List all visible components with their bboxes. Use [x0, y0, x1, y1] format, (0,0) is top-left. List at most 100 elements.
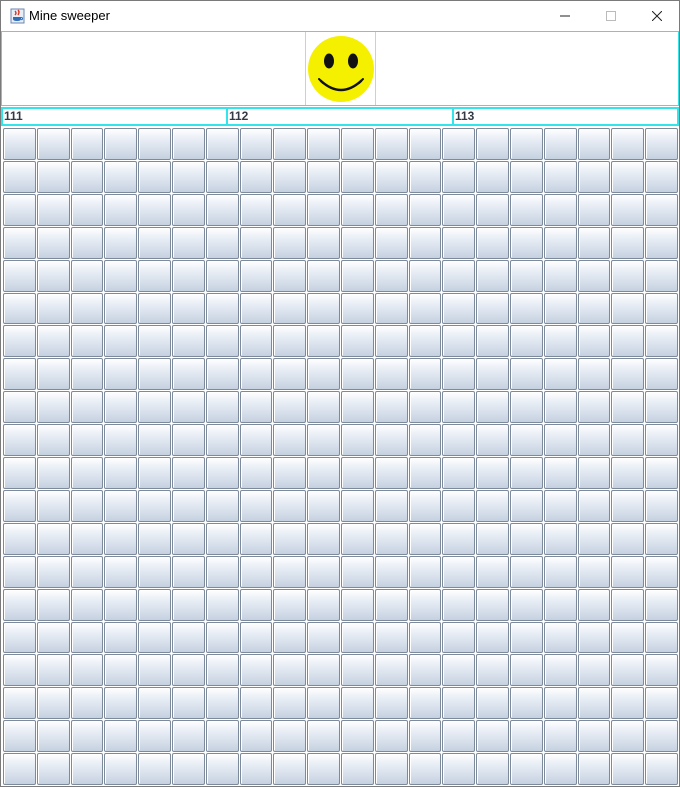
mine-cell[interactable]: [205, 128, 239, 160]
mine-cell[interactable]: [171, 753, 205, 785]
mine-cell[interactable]: [374, 391, 408, 424]
mine-cell[interactable]: [307, 555, 340, 588]
mine-cell[interactable]: [138, 358, 171, 391]
mine-cell[interactable]: [205, 522, 239, 555]
mine-cell[interactable]: [340, 654, 374, 687]
mine-cell[interactable]: [307, 358, 340, 391]
mine-cell[interactable]: [340, 720, 374, 753]
mine-cell[interactable]: [645, 325, 678, 358]
mine-cell[interactable]: [645, 720, 678, 753]
mine-cell[interactable]: [577, 457, 611, 489]
mine-cell[interactable]: [374, 457, 408, 489]
mine-cell[interactable]: [374, 555, 408, 588]
mine-cell[interactable]: [509, 292, 543, 325]
mine-cell[interactable]: [340, 292, 374, 325]
mine-cell[interactable]: [577, 555, 611, 588]
mine-cell[interactable]: [509, 226, 543, 259]
mine-cell[interactable]: [205, 325, 239, 358]
mine-cell[interactable]: [374, 687, 408, 720]
mine-cell[interactable]: [340, 621, 374, 654]
mine-cell[interactable]: [374, 522, 408, 555]
mine-cell[interactable]: [408, 292, 442, 325]
mine-cell[interactable]: [36, 555, 70, 588]
mine-cell[interactable]: [611, 259, 645, 292]
mine-cell[interactable]: [36, 325, 70, 358]
mine-cell[interactable]: [577, 588, 611, 621]
mine-cell[interactable]: [239, 424, 273, 456]
mine-cell[interactable]: [307, 753, 340, 785]
mine-cell[interactable]: [138, 555, 171, 588]
mine-cell[interactable]: [239, 522, 273, 555]
mine-cell[interactable]: [104, 325, 138, 358]
mine-cell[interactable]: [138, 753, 171, 785]
mine-cell[interactable]: [171, 160, 205, 193]
mine-cell[interactable]: [104, 489, 138, 522]
mine-cell[interactable]: [205, 160, 239, 193]
mine-cell[interactable]: [509, 160, 543, 193]
mine-cell[interactable]: [442, 654, 476, 687]
mine-cell[interactable]: [442, 555, 476, 588]
mine-cell[interactable]: [138, 720, 171, 753]
mine-cell[interactable]: [577, 687, 611, 720]
mine-cell[interactable]: [239, 358, 273, 391]
mine-cell[interactable]: [239, 687, 273, 720]
mine-cell[interactable]: [36, 621, 70, 654]
mine-cell[interactable]: [340, 522, 374, 555]
mine-cell[interactable]: [476, 687, 509, 720]
mine-cell[interactable]: [239, 753, 273, 785]
mine-cell[interactable]: [239, 259, 273, 292]
mine-cell[interactable]: [3, 588, 36, 621]
mine-cell[interactable]: [36, 489, 70, 522]
mine-cell[interactable]: [138, 489, 171, 522]
mine-cell[interactable]: [171, 654, 205, 687]
mine-cell[interactable]: [3, 259, 36, 292]
mine-cell[interactable]: [340, 753, 374, 785]
mine-cell[interactable]: [509, 259, 543, 292]
mine-cell[interactable]: [307, 588, 340, 621]
title-bar[interactable]: Mine sweeper: [1, 1, 679, 31]
mine-cell[interactable]: [307, 424, 340, 456]
mine-cell[interactable]: [408, 489, 442, 522]
mine-cell[interactable]: [104, 424, 138, 456]
mine-cell[interactable]: [36, 226, 70, 259]
mine-cell[interactable]: [239, 457, 273, 489]
mine-cell[interactable]: [138, 654, 171, 687]
mine-cell[interactable]: [374, 226, 408, 259]
mine-cell[interactable]: [509, 325, 543, 358]
mine-cell[interactable]: [36, 457, 70, 489]
mine-cell[interactable]: [611, 292, 645, 325]
mine-cell[interactable]: [340, 325, 374, 358]
mine-cell[interactable]: [239, 292, 273, 325]
mine-cell[interactable]: [307, 687, 340, 720]
mine-cell[interactable]: [104, 720, 138, 753]
mine-cell[interactable]: [273, 391, 307, 424]
mine-cell[interactable]: [138, 325, 171, 358]
minimize-button[interactable]: [542, 1, 588, 31]
mine-cell[interactable]: [70, 128, 104, 160]
mine-cell[interactable]: [138, 226, 171, 259]
mine-cell[interactable]: [3, 489, 36, 522]
mine-cell[interactable]: [138, 128, 171, 160]
mine-cell[interactable]: [3, 391, 36, 424]
mine-cell[interactable]: [36, 753, 70, 785]
mine-cell[interactable]: [577, 259, 611, 292]
mine-cell[interactable]: [645, 753, 678, 785]
mine-cell[interactable]: [273, 753, 307, 785]
mine-cell[interactable]: [138, 292, 171, 325]
mine-cell[interactable]: [70, 160, 104, 193]
mine-cell[interactable]: [645, 424, 678, 456]
mine-cell[interactable]: [645, 292, 678, 325]
mine-cell[interactable]: [577, 654, 611, 687]
mine-cell[interactable]: [442, 358, 476, 391]
mine-cell[interactable]: [543, 720, 577, 753]
mine-cell[interactable]: [171, 457, 205, 489]
mine-cell[interactable]: [36, 424, 70, 456]
mine-cell[interactable]: [408, 128, 442, 160]
mine-cell[interactable]: [476, 325, 509, 358]
mine-cell[interactable]: [374, 424, 408, 456]
mine-cell[interactable]: [70, 489, 104, 522]
mine-cell[interactable]: [205, 720, 239, 753]
mine-cell[interactable]: [611, 753, 645, 785]
mine-cell[interactable]: [273, 588, 307, 621]
mine-cell[interactable]: [645, 555, 678, 588]
